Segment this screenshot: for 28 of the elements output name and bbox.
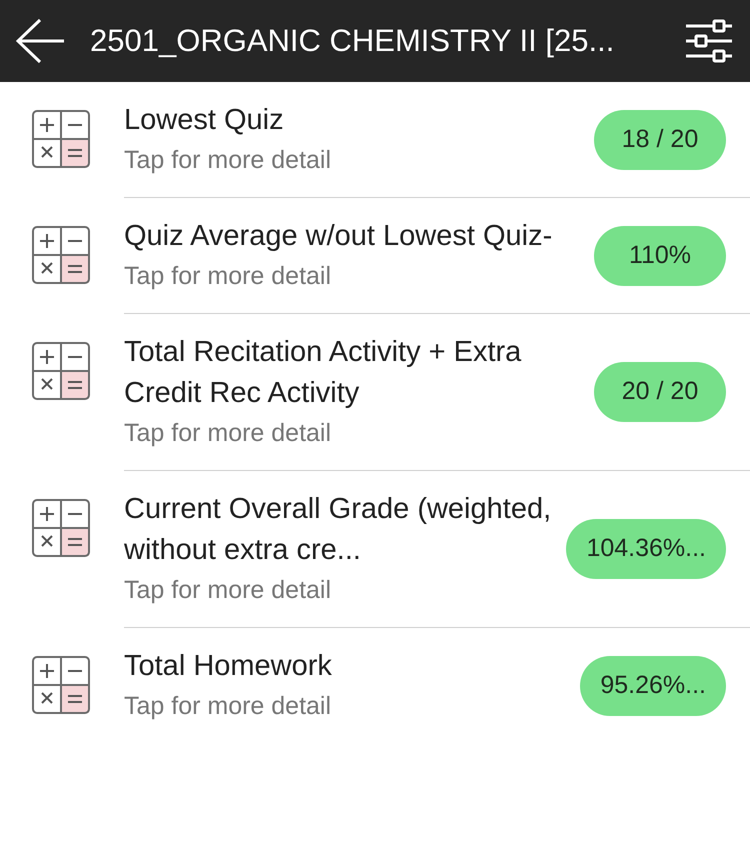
- item-title: Lowest Quiz: [124, 103, 285, 138]
- calculator-icon: [32, 499, 90, 557]
- item-subtitle: Tap for more detail: [124, 575, 332, 606]
- calculator-icon: [32, 110, 90, 168]
- grade-row[interactable]: Current Overall Grade (weighted, without extra cre... Tap for more detail 104.36%...: [124, 471, 750, 628]
- grade-row[interactable]: Total Recitation Activity + Extra Credit Rec Activity Tap for more detail 20 / 20: [124, 314, 750, 471]
- item-title: Total Recitation Activity + Extra Credit Rec Activity: [124, 335, 522, 411]
- grade-badge: 18 / 20: [594, 110, 726, 170]
- item-title: Current Overall Grade (weighted, without extra cre...: [124, 492, 552, 568]
- item-title: Total Homework: [124, 649, 333, 684]
- course-title: 2501_ORGANIC CHEMISTRY II [25...: [90, 22, 616, 60]
- item-subtitle: Tap for more detail: [124, 418, 332, 449]
- calculator-icon: [32, 656, 90, 714]
- grade-badge: 104.36%...: [566, 519, 726, 579]
- grade-row[interactable]: Quiz Average w/out Lowest Quiz- Tap for more detail 110%: [124, 198, 750, 314]
- item-subtitle: Tap for more detail: [124, 145, 332, 176]
- calculator-icon: [32, 226, 90, 284]
- item-subtitle: Tap for more detail: [124, 691, 332, 722]
- grade-badge: 95.26%...: [580, 656, 726, 716]
- settings-icon[interactable]: [684, 19, 734, 63]
- item-title: Quiz Average w/out Lowest Quiz-: [124, 219, 554, 254]
- grade-badge: 20 / 20: [594, 362, 726, 422]
- grade-badge: 110%: [594, 226, 726, 286]
- grade-row[interactable]: Lowest Quiz Tap for more detail 18 / 20: [124, 82, 750, 198]
- calculator-icon: [32, 342, 90, 400]
- back-arrow-icon[interactable]: [16, 18, 66, 64]
- grade-row[interactable]: Total Homework Tap for more detail 95.26%...: [124, 628, 750, 743]
- item-subtitle: Tap for more detail: [124, 261, 332, 292]
